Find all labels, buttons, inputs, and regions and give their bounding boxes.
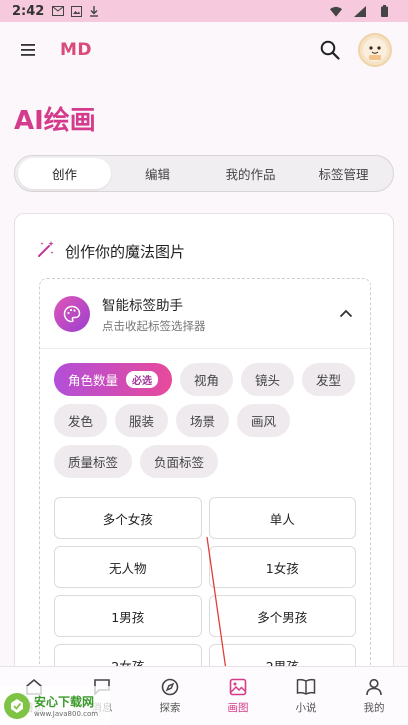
character-count-options: 多个女孩 单人 无人物 1女孩 1男孩 多个男孩 2女孩 2男孩 xyxy=(54,497,356,686)
assistant-title: 智能标签助手 xyxy=(102,297,183,314)
tab-create[interactable]: 创作 xyxy=(18,158,111,189)
watermark-title: 安心下载网 xyxy=(34,695,95,709)
option-multiple-boys[interactable]: 多个男孩 xyxy=(208,595,356,637)
status-time: 2:42 xyxy=(12,3,45,19)
option-multiple-girls[interactable]: 多个女孩 xyxy=(54,497,202,539)
menu-icon[interactable] xyxy=(16,38,40,62)
option-1boy[interactable]: 1男孩 xyxy=(54,595,202,637)
download-icon xyxy=(88,5,100,17)
nav-explore[interactable]: 探索 xyxy=(136,667,204,725)
nav-label: 我的 xyxy=(363,702,385,714)
palette-icon xyxy=(54,295,90,332)
assistant-subtitle: 点击收起标签选择器 xyxy=(102,318,206,333)
battery-icon xyxy=(378,5,390,17)
image-notification-icon xyxy=(70,5,82,17)
watermark-url: www.Java800.com xyxy=(34,710,99,718)
person-icon xyxy=(364,677,384,697)
tab-edit[interactable]: 编辑 xyxy=(111,158,204,189)
wifi-icon xyxy=(330,5,342,17)
app-logo[interactable]: MD xyxy=(60,40,92,60)
nav-label: 画图 xyxy=(227,702,249,714)
status-bar: 2:42 xyxy=(0,0,408,22)
signal-icon xyxy=(354,5,366,17)
tag-category-chips: 角色数量 必选 视角 镜头 发型 发色 服装 场景 画风 质量标签 负面标签 xyxy=(54,363,364,478)
nav-label: 小说 xyxy=(295,702,317,714)
option-no-humans[interactable]: 无人物 xyxy=(54,546,202,588)
book-icon xyxy=(296,677,316,697)
option-solo[interactable]: 单人 xyxy=(208,497,356,539)
image-icon xyxy=(228,677,248,697)
nav-label: 探索 xyxy=(159,702,181,714)
chip-character-count[interactable]: 角色数量 必选 xyxy=(54,363,173,396)
watermark: 安心下载网 www.Java800.com xyxy=(0,686,110,725)
chip-camera[interactable]: 镜头 xyxy=(241,363,295,396)
watermark-logo-icon xyxy=(4,692,30,719)
chip-negative-tags[interactable]: 负面标签 xyxy=(140,445,219,478)
avatar[interactable] xyxy=(358,33,392,67)
chip-art-style[interactable]: 画风 xyxy=(237,404,291,437)
option-1girl[interactable]: 1女孩 xyxy=(208,546,356,588)
page-title: AI绘画 xyxy=(14,106,96,136)
chip-label: 角色数量 xyxy=(68,373,119,388)
tag-assistant-panel: 智能标签助手 点击收起标签选择器 角色数量 必选 视角 镜头 发型 发色 服装 … xyxy=(39,278,371,698)
nav-draw[interactable]: 画图 xyxy=(204,667,272,725)
search-icon[interactable] xyxy=(314,34,346,66)
tab-my-works[interactable]: 我的作品 xyxy=(204,158,297,189)
compass-icon xyxy=(160,677,180,697)
app-bar: MD xyxy=(0,22,408,78)
chip-clothing[interactable]: 服装 xyxy=(115,404,169,437)
gmail-icon xyxy=(52,5,65,17)
magic-wand-icon xyxy=(37,240,55,262)
card-header: 创作你的魔法图片 xyxy=(37,240,185,262)
create-card: 创作你的魔法图片 智能标签助手 点击收起标签选择器 角色数量 必选 视角 镜头 … xyxy=(14,213,394,698)
card-title: 创作你的魔法图片 xyxy=(65,242,186,261)
chip-perspective[interactable]: 视角 xyxy=(180,363,234,396)
tab-tag-management[interactable]: 标签管理 xyxy=(297,158,390,189)
tab-bar: 创作 编辑 我的作品 标签管理 xyxy=(14,155,394,192)
chevron-up-icon[interactable] xyxy=(336,304,356,324)
chip-hairstyle[interactable]: 发型 xyxy=(302,363,356,396)
nav-profile[interactable]: 我的 xyxy=(340,667,408,725)
required-badge: 必选 xyxy=(126,371,159,388)
nav-novel[interactable]: 小说 xyxy=(272,667,340,725)
tag-assistant-header[interactable]: 智能标签助手 点击收起标签选择器 xyxy=(40,279,370,349)
chip-quality-tags[interactable]: 质量标签 xyxy=(54,445,133,478)
chip-scene[interactable]: 场景 xyxy=(176,404,230,437)
chip-hair-color[interactable]: 发色 xyxy=(54,404,108,437)
